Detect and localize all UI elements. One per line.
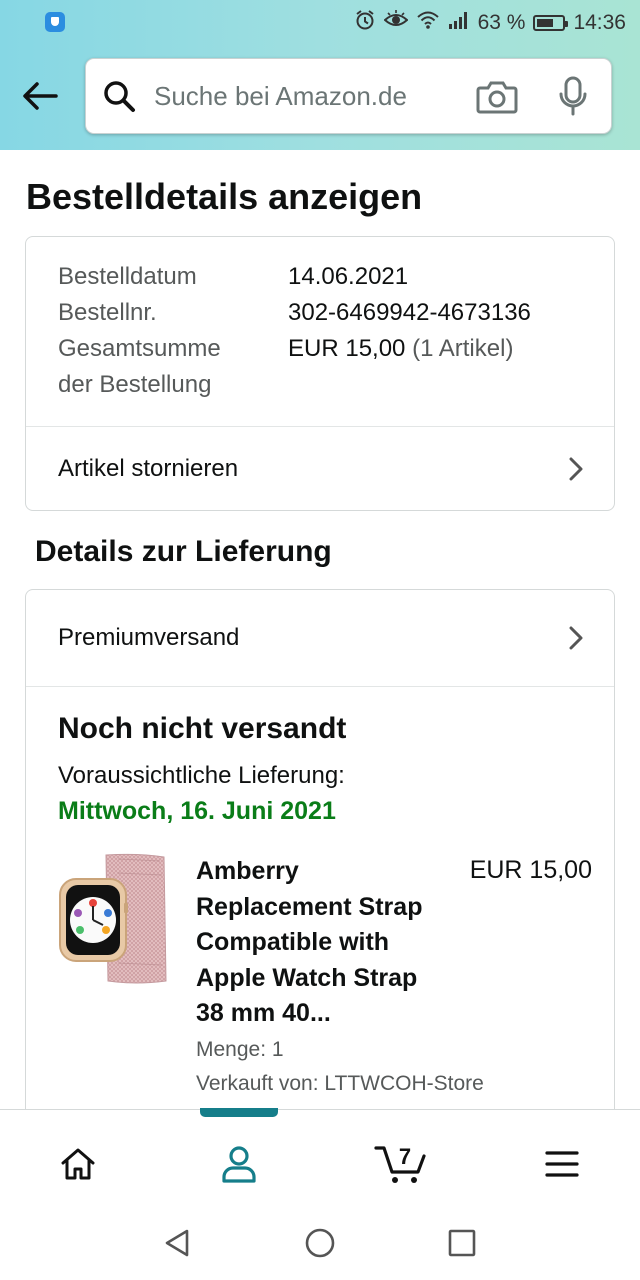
chevron-right-icon: [569, 457, 583, 481]
order-total-label-line2: der Bestellung: [58, 371, 212, 398]
divider: [26, 426, 614, 427]
order-total-row: Gesamtsumme der Bestellung EUR 15,00 (1 …: [58, 331, 531, 403]
system-back-button[interactable]: [160, 1226, 194, 1260]
wifi-icon: [416, 10, 440, 36]
status-icons: 63 % 14:36: [354, 9, 626, 37]
order-total-amount: EUR 15,00: [288, 335, 406, 362]
expected-delivery-date: Mittwoch, 16. Juni 2021: [58, 797, 336, 825]
battery-icon: [533, 15, 569, 31]
clock: 14:36: [573, 11, 626, 34]
order-number-label: Bestellnr.: [58, 299, 157, 326]
square-recents-icon: [448, 1229, 476, 1257]
arrow-left-icon: [23, 82, 58, 110]
shipping-method-link[interactable]: Premiumversand: [26, 598, 614, 678]
circle-home-icon: [305, 1228, 335, 1258]
battery-percent: 63 %: [477, 11, 526, 34]
product-image[interactable]: [58, 853, 170, 985]
product-quantity: Menge: 1: [196, 1038, 284, 1061]
status-bar: 63 % 14:36: [0, 0, 640, 46]
order-info: Bestelldatum 14.06.2021 Bestellnr. 302-6…: [58, 259, 531, 403]
product-title-line: Amberry: [196, 857, 299, 885]
order-item-count: (1 Artikel): [412, 335, 514, 362]
nav-cart[interactable]: 7: [374, 1140, 430, 1188]
system-recents-button[interactable]: [445, 1226, 479, 1260]
shipment-status: Noch nicht versandt: [58, 712, 347, 745]
bottom-navigation: 7: [0, 1108, 640, 1204]
search-input[interactable]: Suche bei Amazon.de: [154, 81, 407, 112]
divider: [26, 686, 614, 687]
camera-icon[interactable]: [476, 79, 518, 120]
expected-delivery-label: Voraussichtliche Lieferung:: [58, 762, 345, 789]
order-number-row: Bestellnr. 302-6469942-4673136: [58, 295, 531, 331]
order-summary-card: Bestelldatum 14.06.2021 Bestellnr. 302-6…: [25, 236, 615, 511]
alarm-icon: [354, 9, 376, 37]
delivery-card: Premiumversand Noch nicht versandt Vorau…: [25, 589, 615, 1149]
cancel-items-label: Artikel stornieren: [58, 455, 239, 482]
eye-comfort-icon: [383, 10, 409, 36]
product-title-link[interactable]: Amberry Replacement Strap Compatible wit…: [196, 854, 451, 1032]
nav-menu[interactable]: [538, 1140, 586, 1188]
cancel-items-link[interactable]: Artikel stornieren: [26, 429, 614, 509]
order-date-row: Bestelldatum 14.06.2021: [58, 259, 531, 295]
order-total-label: Gesamtsumme der Bestellung: [58, 331, 288, 403]
active-tab-indicator: [200, 1108, 278, 1117]
product-price: EUR 15,00: [469, 856, 592, 884]
shipping-method-label: Premiumversand: [58, 624, 240, 651]
nav-home[interactable]: [54, 1140, 102, 1188]
product-seller: Verkauft von: LTTWCOH-Store: [196, 1072, 484, 1095]
order-date-value: 14.06.2021: [288, 263, 409, 290]
nav-account[interactable]: [215, 1140, 263, 1188]
order-total-value: EUR 15,00 (1 Artikel): [288, 331, 513, 403]
product-title-line: 38 mm 40...: [196, 999, 331, 1027]
hamburger-menu-icon: [545, 1151, 579, 1177]
signal-icon: [448, 11, 470, 35]
product-title-line: Replacement Strap: [196, 892, 423, 921]
app-notification-icon: [45, 12, 65, 32]
order-number-value: 302-6469942-4673136: [288, 299, 531, 326]
person-icon: [222, 1146, 256, 1183]
search-icon: [102, 79, 136, 118]
order-total-label-line1: Gesamtsumme: [58, 335, 221, 362]
product-title-line: Apple Watch Strap: [196, 963, 418, 992]
cart-count: 7: [399, 1144, 411, 1169]
chevron-right-icon: [569, 626, 583, 650]
order-date-label: Bestelldatum: [58, 263, 197, 290]
delivery-section-title: Details zur Lieferung: [35, 535, 332, 568]
triangle-back-icon: [165, 1229, 189, 1257]
product-title-line: Compatible with: [196, 928, 390, 956]
system-home-button[interactable]: [303, 1226, 337, 1260]
search-bar[interactable]: Suche bei Amazon.de: [85, 58, 612, 134]
home-icon: [61, 1148, 95, 1180]
back-button[interactable]: [18, 74, 62, 118]
microphone-icon[interactable]: [558, 76, 588, 121]
page-title: Bestelldetails anzeigen: [26, 176, 423, 217]
system-navigation-bar: [0, 1204, 640, 1280]
cart-icon: 7: [374, 1144, 426, 1183]
app-header: Suche bei Amazon.de: [0, 46, 640, 150]
